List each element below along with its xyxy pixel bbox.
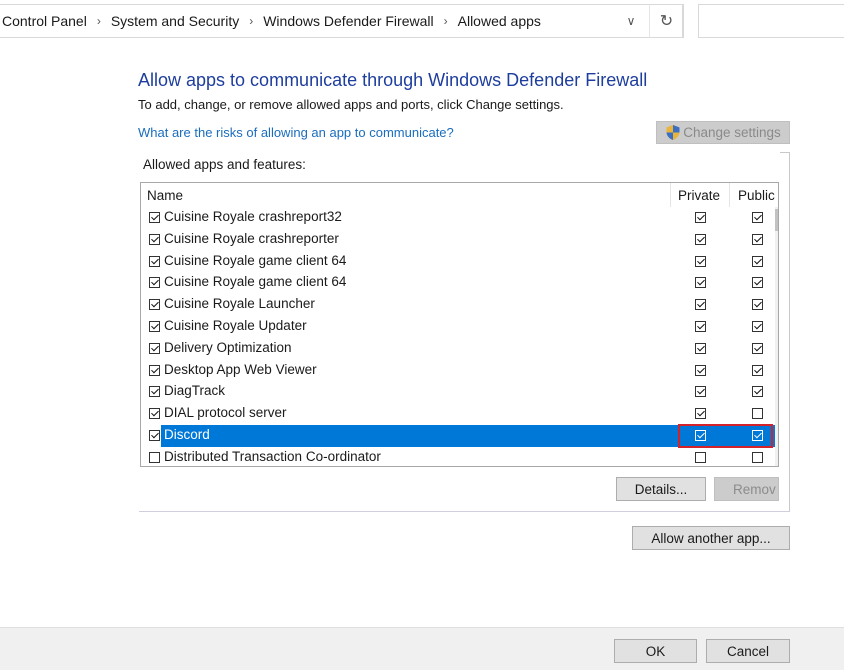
private-checkbox[interactable] (695, 299, 706, 311)
public-checkbox[interactable] (752, 255, 763, 267)
app-enabled-checkbox[interactable] (149, 212, 160, 223)
app-enabled-checkbox[interactable] (149, 342, 160, 354)
table-row[interactable]: Cuisine Royale game client 64 (141, 251, 778, 273)
app-enabled-checkbox[interactable] (149, 408, 160, 420)
allowed-apps-label: Allowed apps and features: (143, 157, 306, 172)
app-name: Discord (164, 426, 210, 442)
breadcrumb-separator-icon[interactable]: › (438, 14, 454, 28)
private-checkbox[interactable] (695, 320, 706, 332)
app-enabled-checkbox[interactable] (149, 320, 160, 332)
app-name: DIAL protocol server (164, 405, 287, 421)
table-row[interactable]: DiagTrack (141, 381, 778, 403)
app-name: Cuisine Royale crashreport32 (164, 209, 342, 224)
private-checkbox[interactable] (695, 342, 706, 354)
app-enabled-checkbox[interactable] (149, 255, 160, 267)
public-checkbox[interactable] (752, 342, 763, 354)
address-bar-area: Control Panel › System and Security › Wi… (0, 0, 844, 42)
search-input[interactable] (698, 4, 844, 38)
app-name: Delivery Optimization (164, 339, 292, 355)
private-checkbox[interactable] (695, 233, 706, 245)
address-bar[interactable]: Control Panel › System and Security › Wi… (0, 4, 683, 38)
breadcrumb-system-security[interactable]: System and Security (107, 13, 243, 29)
ok-button[interactable]: OK (614, 639, 697, 663)
vertical-scrollbar[interactable] (775, 207, 778, 466)
private-checkbox[interactable] (695, 386, 706, 398)
table-row[interactable]: Cuisine Royale crashreporter (141, 229, 778, 251)
private-checkbox[interactable] (695, 212, 706, 223)
private-checkbox[interactable] (695, 408, 706, 420)
app-enabled-checkbox[interactable] (149, 364, 160, 376)
breadcrumb-control-panel[interactable]: Control Panel (0, 13, 91, 29)
app-enabled-checkbox[interactable] (149, 233, 160, 245)
public-checkbox[interactable] (752, 299, 763, 311)
public-checkbox[interactable] (752, 364, 763, 376)
table-row[interactable]: Cuisine Royale game client 64 (141, 272, 778, 294)
column-header-private[interactable]: Private (670, 183, 729, 207)
public-checkbox[interactable] (752, 408, 763, 420)
page-subtitle: To add, change, or remove allowed apps a… (138, 97, 564, 112)
breadcrumb-firewall[interactable]: Windows Defender Firewall (259, 13, 437, 29)
private-checkbox[interactable] (695, 277, 706, 289)
public-checkbox[interactable] (752, 386, 763, 398)
page-title: Allow apps to communicate through Window… (138, 70, 648, 90)
app-enabled-checkbox[interactable] (149, 451, 160, 463)
public-checkbox[interactable] (752, 233, 763, 245)
column-header-name[interactable]: Name (147, 188, 183, 203)
app-enabled-checkbox[interactable] (149, 299, 160, 311)
table-row[interactable]: Distributed Transaction Co-ordinator (141, 447, 778, 466)
public-checkbox[interactable] (752, 451, 763, 463)
app-enabled-checkbox[interactable] (149, 429, 160, 441)
refresh-icon[interactable]: ↻ (649, 4, 684, 38)
change-settings-button[interactable]: Change settings (656, 121, 790, 144)
column-header-public[interactable]: Public (729, 183, 778, 207)
app-name: Cuisine Royale crashreporter (164, 230, 339, 246)
table-row[interactable]: Desktop App Web Viewer (141, 360, 778, 382)
app-name: Cuisine Royale game client 64 (164, 252, 347, 268)
change-settings-label: Change settings (683, 125, 781, 140)
list-header: Name Private Public (141, 183, 778, 207)
annotation-highlight-box (678, 424, 773, 448)
chevron-down-icon[interactable]: ∨ (616, 5, 646, 37)
breadcrumb-separator-icon[interactable]: › (91, 14, 107, 28)
app-name: Cuisine Royale game client 64 (164, 274, 347, 290)
cancel-button[interactable]: Cancel (706, 639, 790, 663)
table-row[interactable]: DIAL protocol server (141, 403, 778, 425)
table-row[interactable]: Cuisine Royale Updater (141, 316, 778, 338)
table-row[interactable]: Cuisine Royale Launcher (141, 294, 778, 316)
breadcrumb-separator-icon[interactable]: › (243, 14, 259, 28)
uac-shield-icon (666, 125, 680, 140)
details-button[interactable]: Details... (616, 477, 706, 501)
app-name: Cuisine Royale Launcher (164, 296, 315, 312)
table-row[interactable]: Cuisine Royale crashreport32 (141, 207, 778, 229)
remove-button[interactable]: Remov (714, 477, 779, 501)
app-name: DiagTrack (164, 383, 226, 399)
public-checkbox[interactable] (752, 320, 763, 332)
app-enabled-checkbox[interactable] (149, 277, 160, 289)
breadcrumb-allowed-apps[interactable]: Allowed apps (454, 13, 545, 29)
risks-link[interactable]: What are the risks of allowing an app to… (138, 125, 454, 140)
public-checkbox[interactable] (752, 212, 763, 223)
scrollbar-thumb[interactable] (775, 209, 778, 231)
public-checkbox[interactable] (752, 277, 763, 289)
app-name: Cuisine Royale Updater (164, 317, 307, 333)
private-checkbox[interactable] (695, 364, 706, 376)
app-name: Desktop App Web Viewer (164, 361, 317, 377)
allow-another-app-button[interactable]: Allow another app... (632, 526, 790, 550)
private-checkbox[interactable] (695, 451, 706, 463)
private-checkbox[interactable] (695, 255, 706, 267)
table-row[interactable]: Delivery Optimization (141, 338, 778, 360)
app-name: Distributed Transaction Co-ordinator (164, 448, 381, 464)
app-enabled-checkbox[interactable] (149, 386, 160, 398)
